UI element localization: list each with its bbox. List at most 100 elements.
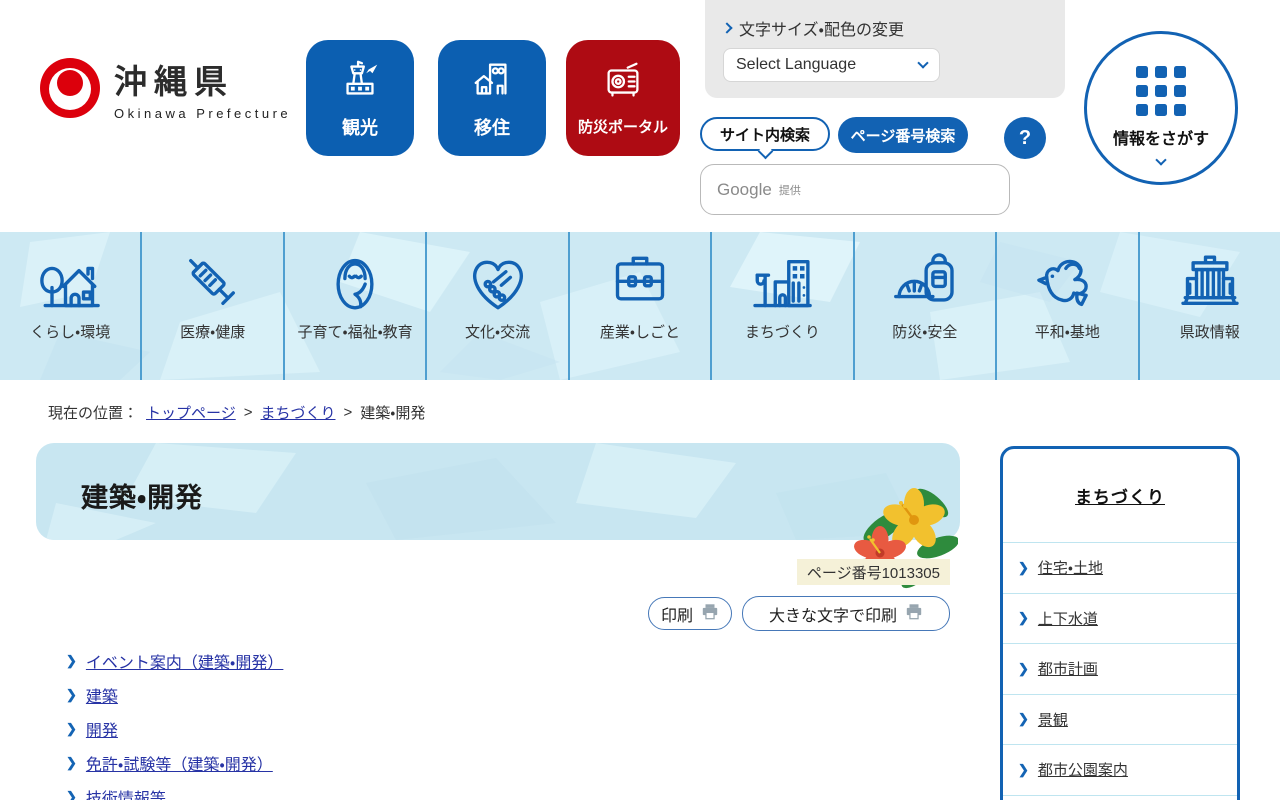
nav-item-kurashi[interactable]: くらし・環境 [0, 232, 140, 380]
chevron-right-icon: ❯ [1018, 711, 1029, 727]
page-title: 建築・開発 [81, 483, 204, 513]
sidebar-link-list: ❯ 住宅・土地 ❯ 上下水道 ❯ 都市計画 ❯ 景観 ❯ 都市公園案内 [1003, 542, 1237, 795]
disaster-portal-button[interactable]: 防災ポータル [566, 40, 680, 156]
nav-item-label: まちづくり [744, 324, 820, 341]
migration-button[interactable]: 移住 [438, 40, 546, 156]
chevron-right-icon [721, 22, 733, 34]
migration-button-label: 移住 [474, 117, 510, 138]
list-item: ❯ 住宅・土地 [1003, 542, 1237, 593]
nav-item-kensei[interactable]: 県政情報 [1137, 232, 1280, 380]
nav-item-label: 医療・健康 [180, 324, 246, 341]
print-large-button[interactable]: 大きな文字で印刷 [742, 596, 950, 631]
nav-item-iryo[interactable]: 医療・健康 [140, 232, 282, 380]
nav-item-label: 防災・安全 [892, 324, 958, 341]
sidebar-divider [1003, 794, 1237, 800]
sidebar-item-toshikeikaku[interactable]: 都市計画 [1038, 658, 1098, 679]
tourism-button[interactable]: 観光 [306, 40, 414, 156]
text-size-color-link[interactable]: 文字サイズ・配色の変更 [721, 16, 904, 40]
list-item: ❯ 建築 [66, 678, 283, 712]
sidebar-header: まちづくり [1003, 449, 1237, 542]
list-item: ❯ 都市計画 [1003, 643, 1237, 694]
site-search-input[interactable]: Google 提供 [700, 164, 1010, 215]
chevron-right-icon: ❯ [1018, 660, 1029, 676]
find-info-label: 情報をさがす [1112, 131, 1209, 148]
tab-page-number-label: ページ番号検索 [850, 127, 956, 145]
printer-icon [905, 603, 923, 625]
language-selector-value: Select Language [736, 56, 857, 73]
briefcase-icon [604, 246, 676, 320]
global-nav: くらし・環境 医療・健康 子育て・福祉・教育 文化・交流 産業・しごと まちづく… [0, 232, 1280, 380]
chevron-right-icon: ❯ [66, 789, 77, 800]
sidebar-item-jutaku-tochi[interactable]: 住宅・土地 [1038, 557, 1103, 578]
dove-icon [1031, 246, 1103, 320]
search-provider: Google [717, 179, 772, 199]
link-gijutsu-joho[interactable]: 技術情報等 [86, 785, 166, 800]
chevron-right-icon: ❯ [1018, 559, 1029, 575]
content-link-list: ❯ イベント案内（建築・開発） ❯ 建築 ❯ 開発 ❯ 免許・試験等（建築・開発… [66, 644, 283, 800]
breadcrumb-separator: > [343, 404, 353, 421]
nav-item-kosodate[interactable]: 子育て・福祉・教育 [282, 232, 425, 380]
okinawa-prefecture-page: 沖縄県 Okinawa Prefecture 観光 移住 防災ポータル 文字サイ… [0, 0, 1280, 800]
list-item: ❯ 景観 [1003, 693, 1237, 745]
sidebar-item-keikan[interactable]: 景観 [1038, 709, 1068, 730]
nav-item-label: くらし・環境 [30, 324, 111, 341]
nav-item-machizukuri[interactable]: まちづくり [710, 232, 852, 380]
list-item: ❯ イベント案内（建築・開発） [66, 644, 283, 678]
text-size-color-label: 文字サイズ・配色の変更 [739, 22, 904, 39]
nav-item-label: 産業・しごと [599, 324, 681, 341]
link-event-info[interactable]: イベント案内（建築・開発） [86, 649, 283, 673]
nav-item-bunka[interactable]: 文化・交流 [425, 232, 567, 380]
print-button-label: 印刷 [660, 607, 693, 625]
question-mark-icon: ? [1018, 126, 1032, 149]
nav-item-bosai[interactable]: 防災・安全 [852, 232, 995, 380]
list-item: ❯ 技術情報等 [66, 780, 283, 800]
house-building-icon [469, 57, 515, 106]
nav-item-heiwa[interactable]: 平和・基地 [995, 232, 1137, 380]
link-kenchiku[interactable]: 建築 [86, 683, 118, 707]
list-item: ❯ 上下水道 [1003, 592, 1237, 644]
link-kaihatsu[interactable]: 開発 [86, 717, 118, 741]
sidebar-title-link[interactable]: まちづくり [1075, 483, 1165, 508]
link-menkyo-shiken[interactable]: 免許・試験等（建築・開発） [86, 751, 273, 775]
tab-site-search-label: サイト内検索 [719, 126, 810, 144]
list-item: ❯ 都市公園案内 [1003, 744, 1237, 795]
breadcrumb: 現在の位置： トップページ > まちづくり > 建築・開発 [48, 402, 425, 423]
sidebar-item-jogesuido[interactable]: 上下水道 [1038, 608, 1098, 629]
sidebar-machizukuri: まちづくり ❯ 住宅・土地 ❯ 上下水道 ❯ 都市計画 ❯ 景観 ❯ 都市公園案… [1000, 446, 1240, 800]
buildings-crane-icon [746, 246, 818, 320]
find-info-button[interactable]: 情報をさがす [1084, 31, 1238, 185]
tab-site-search[interactable]: サイト内検索 [700, 117, 830, 160]
chevron-right-icon: ❯ [66, 687, 77, 702]
page-number-badge: ページ番号1013305 [796, 559, 950, 585]
tourism-button-label: 観光 [342, 117, 378, 138]
settings-panel: 文字サイズ・配色の変更 Select Language [705, 0, 1065, 98]
chevron-right-icon: ❯ [1018, 610, 1029, 626]
syringe-icon [177, 246, 249, 320]
site-subtitle: Okinawa Prefecture [114, 106, 292, 121]
help-button[interactable]: ? [1004, 117, 1046, 159]
print-button[interactable]: 印刷 [648, 597, 732, 630]
page-title-banner: 建築・開発 [36, 443, 960, 589]
okinawa-logo-icon [40, 58, 100, 118]
language-selector[interactable]: Select Language [723, 48, 940, 82]
grid-menu-icon [1136, 66, 1186, 116]
nav-item-sangyo[interactable]: 産業・しごと [567, 232, 710, 380]
chevron-right-icon: ❯ [1018, 761, 1029, 777]
sidebar-item-toshikoen[interactable]: 都市公園案内 [1038, 759, 1128, 780]
breadcrumb-link-machizukuri[interactable]: まちづくり [260, 402, 335, 423]
government-building-icon [1174, 246, 1246, 320]
tab-page-number-search[interactable]: ページ番号検索 [838, 117, 968, 153]
chevron-right-icon: ❯ [66, 721, 77, 736]
handshake-heart-icon [462, 246, 534, 320]
chevron-right-icon: ❯ [66, 755, 77, 770]
breadcrumb-link-top[interactable]: トップページ [146, 402, 236, 423]
breadcrumb-current: 建築・開発 [360, 405, 426, 422]
airport-tower-icon [337, 57, 383, 106]
site-logo[interactable]: 沖縄県 Okinawa Prefecture [40, 55, 291, 121]
site-title: 沖縄県 [114, 63, 234, 100]
tab-pointer [757, 143, 774, 160]
house-tree-icon [34, 246, 106, 320]
baby-icon [319, 246, 391, 320]
printer-icon [701, 603, 719, 625]
radio-icon [600, 59, 646, 108]
